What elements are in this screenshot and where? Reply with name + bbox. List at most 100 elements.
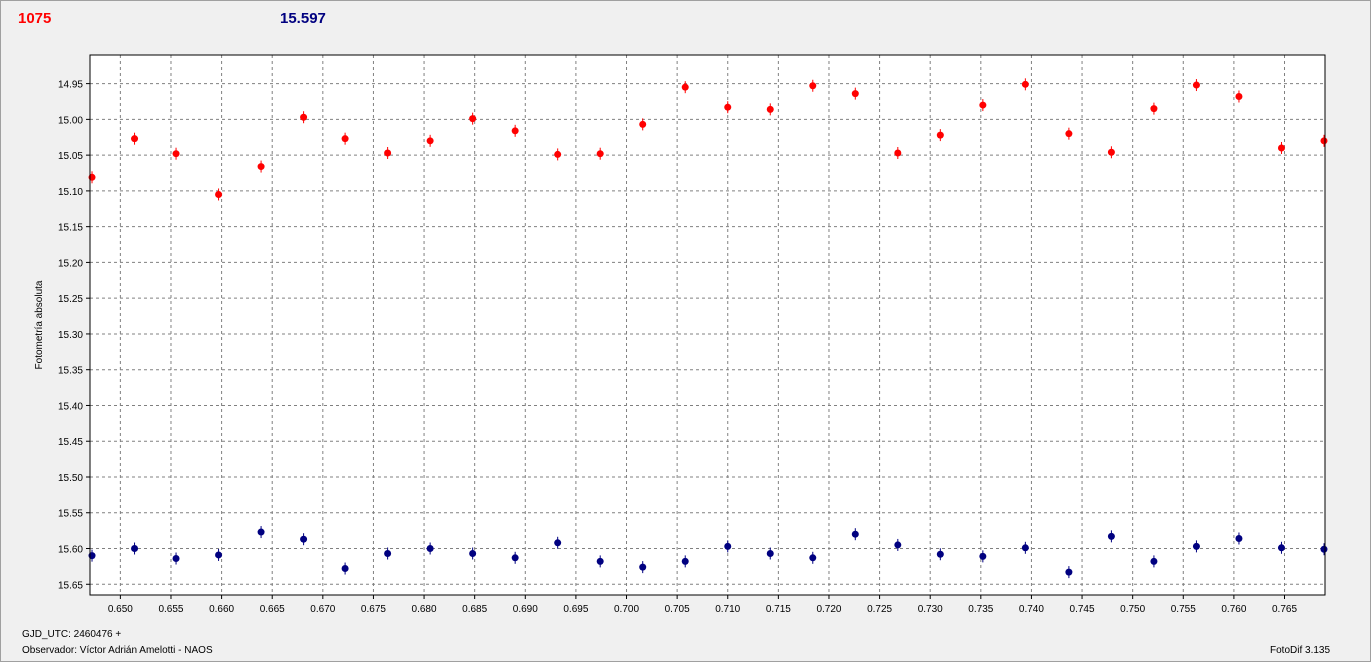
data-point <box>511 127 519 135</box>
data-point <box>341 135 349 143</box>
x-tick-label: 0.745 <box>1070 604 1095 615</box>
data-point <box>1021 80 1029 88</box>
data-point <box>1192 81 1200 89</box>
data-point <box>809 554 817 562</box>
y-tick-label: 15.35 <box>58 366 83 377</box>
y-tick-label: 15.00 <box>58 115 83 126</box>
x-tick-label: 0.740 <box>1019 604 1044 615</box>
data-point <box>1065 568 1073 576</box>
x-tick-label: 0.655 <box>158 604 183 615</box>
data-point <box>384 550 392 558</box>
data-point <box>1192 542 1200 550</box>
data-point <box>300 535 308 543</box>
data-point <box>257 528 265 536</box>
data-point <box>426 545 434 553</box>
data-point <box>1277 544 1285 552</box>
x-tick-label: 0.670 <box>310 604 335 615</box>
data-point <box>469 550 477 558</box>
x-tick-label: 0.755 <box>1171 604 1196 615</box>
x-tick-label: 0.715 <box>766 604 791 615</box>
y-tick-label: 15.15 <box>58 223 83 234</box>
data-point <box>724 103 732 111</box>
x-tick-label: 0.705 <box>665 604 690 615</box>
x-tick-label: 0.695 <box>563 604 588 615</box>
data-point <box>766 550 774 558</box>
data-point <box>554 539 562 547</box>
data-point <box>851 530 859 538</box>
data-point <box>131 135 139 143</box>
data-point <box>1320 545 1328 553</box>
x-tick-label: 0.665 <box>260 604 285 615</box>
data-point <box>1235 92 1243 100</box>
x-tick-label: 0.710 <box>715 604 740 615</box>
x-tick-label: 0.650 <box>108 604 133 615</box>
data-point <box>1021 544 1029 552</box>
data-point <box>894 149 902 157</box>
data-point <box>724 542 732 550</box>
y-axis-ticks: 14.95 15.00 15.05 15.10 15.15 15.20 15.25 15.30… <box>58 80 90 591</box>
x-axis-ticks: 0.650 0.655 0.660 0.665 0.670 0.675 0.680 0.685… <box>108 595 1297 615</box>
data-point <box>1277 144 1285 152</box>
x-tick-label: 0.700 <box>614 604 639 615</box>
x-tick-label: 0.675 <box>361 604 386 615</box>
data-point <box>172 555 180 563</box>
data-point <box>851 90 859 98</box>
data-point <box>426 137 434 145</box>
data-point <box>1107 532 1115 540</box>
data-point <box>596 557 604 565</box>
y-tick-label: 15.65 <box>58 580 83 591</box>
y-tick-label: 15.50 <box>58 473 83 484</box>
data-point <box>341 565 349 573</box>
data-point <box>596 150 604 158</box>
x-tick-label: 0.760 <box>1221 604 1246 615</box>
y-tick-label: 15.60 <box>58 545 83 556</box>
data-point <box>809 82 817 90</box>
data-point <box>1150 557 1158 565</box>
data-point <box>511 554 519 562</box>
plot-area <box>90 55 1325 595</box>
y-tick-label: 15.05 <box>58 151 83 162</box>
light-curve-chart: 0.650 0.655 0.660 0.665 0.670 0.675 0.680 0.685… <box>34 54 1328 615</box>
data-point <box>639 563 647 571</box>
data-point <box>681 83 689 91</box>
data-point <box>469 115 477 123</box>
y-tick-label: 15.40 <box>58 401 83 412</box>
x-tick-label: 0.730 <box>918 604 943 615</box>
y-tick-label: 14.95 <box>58 80 83 91</box>
x-tick-label: 0.720 <box>816 604 841 615</box>
x-tick-label: 0.750 <box>1120 604 1145 615</box>
data-point <box>554 150 562 158</box>
observer-label: Observador: Víctor Adrián Amelotti - NAO… <box>22 645 213 656</box>
data-point <box>1235 534 1243 542</box>
x-tick-label: 0.725 <box>867 604 892 615</box>
y-tick-label: 15.30 <box>58 330 83 341</box>
x-tick-label: 0.765 <box>1272 604 1297 615</box>
x-tick-label: 0.660 <box>209 604 234 615</box>
data-point <box>936 131 944 139</box>
data-point <box>766 105 774 113</box>
y-axis-label: Fotometría absoluta <box>34 280 45 369</box>
data-point <box>384 149 392 157</box>
data-point <box>639 120 647 128</box>
data-point <box>1320 137 1328 145</box>
data-point <box>979 101 987 109</box>
data-point <box>894 541 902 549</box>
app-version: FotoDif 3.135 <box>1270 645 1331 656</box>
y-tick-label: 15.10 <box>58 187 83 198</box>
x-tick-label: 0.685 <box>462 604 487 615</box>
y-tick-label: 15.55 <box>58 509 83 520</box>
data-point <box>1065 130 1073 138</box>
x-tick-label: 0.735 <box>968 604 993 615</box>
y-tick-label: 15.45 <box>58 437 83 448</box>
data-point <box>1150 105 1158 113</box>
x-tick-label: 0.680 <box>412 604 437 615</box>
data-point <box>172 150 180 158</box>
y-tick-label: 15.20 <box>58 258 83 269</box>
data-point <box>936 550 944 558</box>
data-point <box>215 190 223 198</box>
data-point <box>300 113 308 121</box>
data-point <box>979 552 987 560</box>
x-tick-label: 0.690 <box>513 604 538 615</box>
data-point <box>681 557 689 565</box>
gjd-label: GJD_UTC: 2460476 + <box>22 629 122 640</box>
